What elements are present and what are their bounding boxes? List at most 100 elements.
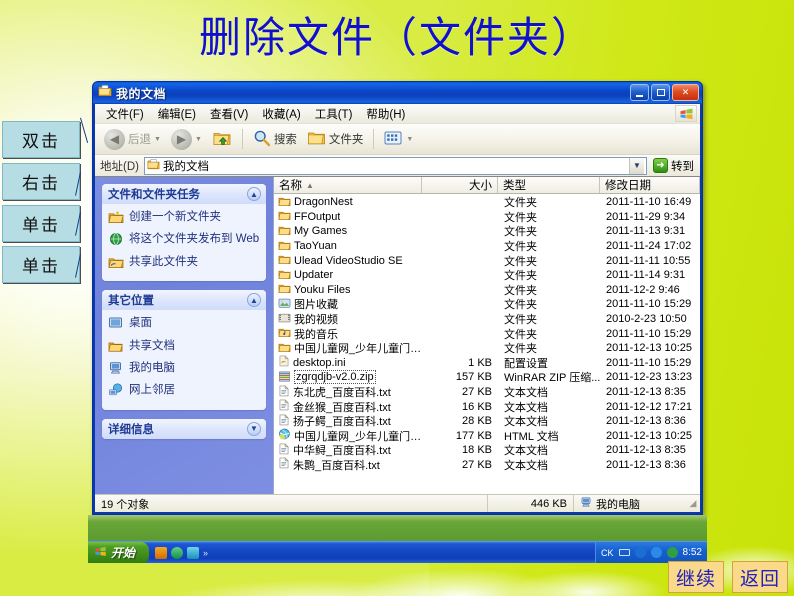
- column-header-size[interactable]: 大小: [422, 177, 498, 193]
- menu-item-edit[interactable]: 编辑(E): [151, 105, 203, 123]
- text-file-icon: [278, 443, 290, 458]
- file-date-cell: 2011-11-11 10:55: [606, 254, 691, 267]
- file-name-cell[interactable]: desktop.ini: [274, 355, 422, 370]
- forward-button[interactable]: ▶ ▼: [167, 127, 206, 152]
- chevron-down-icon[interactable]: ▼: [195, 136, 202, 143]
- sidebar-item-new-folder[interactable]: 创建一个新文件夹: [108, 208, 260, 230]
- app-icon[interactable]: [187, 546, 200, 559]
- back-button-slide[interactable]: 返回: [732, 561, 788, 593]
- volume-icon[interactable]: [634, 547, 646, 558]
- windows-flag-icon[interactable]: [675, 105, 697, 122]
- chevron-down-icon[interactable]: ▼: [247, 421, 261, 436]
- table-row[interactable]: My Games 文件夹 2011-11-13 9:31: [274, 224, 700, 239]
- table-row[interactable]: Ulead VideoStudio SE 文件夹 2011-11-11 10:55: [274, 253, 700, 268]
- file-name-cell[interactable]: Updater: [274, 268, 422, 283]
- chevron-down-icon[interactable]: ▼: [629, 157, 644, 174]
- chevron-down-icon[interactable]: ▼: [154, 136, 161, 143]
- panel-header[interactable]: 详细信息 ▼: [102, 418, 266, 439]
- continue-button[interactable]: 继续: [668, 561, 724, 593]
- menu-item-favorites[interactable]: 收藏(A): [255, 105, 307, 123]
- chevron-up-icon[interactable]: ▲: [247, 187, 261, 201]
- maximize-button[interactable]: [651, 84, 670, 101]
- table-row[interactable]: 中华鲟_百度百科.txt 18 KB 文本文档 2011-12-13 8:35: [274, 443, 700, 458]
- table-row[interactable]: desktop.ini 1 KB 配置设置 2011-11-10 15:29: [274, 355, 700, 371]
- table-row[interactable]: Youku Files 文件夹 2011-12-2 9:46: [274, 283, 700, 298]
- chevron-up-icon[interactable]: ▲: [247, 293, 261, 308]
- menu-item-help[interactable]: 帮助(H): [359, 105, 412, 123]
- file-date-cell: 2011-11-10 15:29: [606, 327, 692, 340]
- back-button[interactable]: ◀ 后退 ▼: [100, 127, 165, 152]
- table-row[interactable]: 图片收藏 文件夹 2011-11-10 15:29: [274, 297, 700, 312]
- table-row[interactable]: zgrqdjb-v2.0.zip 157 KB WinRAR ZIP 压缩... 20…: [274, 370, 700, 385]
- file-name-cell[interactable]: 中华鲟_百度百科.txt: [274, 442, 422, 458]
- window-titlebar[interactable]: 我的文档 ✕: [93, 82, 702, 104]
- file-name-cell[interactable]: Youku Files: [274, 282, 422, 297]
- address-input[interactable]: 我的文档 ▼: [143, 156, 647, 175]
- chevron-down-icon[interactable]: ▼: [406, 136, 413, 143]
- language-indicator[interactable]: CK: [601, 548, 614, 558]
- file-name-cell[interactable]: 中国儿童网_少年儿童门户...: [274, 428, 422, 444]
- resize-grip[interactable]: ◢: [686, 498, 700, 509]
- file-name-cell[interactable]: 中国儿童网_少年儿童门户...: [274, 340, 422, 356]
- table-row[interactable]: FFOutput 文件夹 2011-11-29 9:34: [274, 210, 700, 225]
- go-button[interactable]: ➜ 转到: [650, 158, 697, 174]
- file-name-cell[interactable]: 图片收藏: [274, 296, 422, 312]
- file-name-cell[interactable]: 朱鹮_百度百科.txt: [274, 457, 422, 473]
- column-header-date[interactable]: 修改日期: [600, 177, 700, 193]
- table-row[interactable]: DragonNest 文件夹 2011-11-10 16:49: [274, 195, 700, 210]
- network-icon[interactable]: [650, 547, 662, 558]
- sidebar-item-shared-docs[interactable]: 共享文档: [108, 337, 260, 359]
- file-name-cell[interactable]: 我的音乐: [274, 326, 422, 342]
- overflow-chevron-icon[interactable]: »: [203, 548, 208, 558]
- file-name-cell[interactable]: 东北虎_百度百科.txt: [274, 384, 422, 400]
- menu-item-tools[interactable]: 工具(T): [308, 105, 360, 123]
- table-row[interactable]: 中国儿童网_少年儿童门户... 文件夹 2011-12-13 10:25: [274, 341, 700, 356]
- file-name-cell[interactable]: DragonNest: [274, 195, 422, 210]
- minimize-button[interactable]: [630, 84, 649, 101]
- folders-button[interactable]: 文件夹: [303, 128, 368, 151]
- table-row[interactable]: 东北虎_百度百科.txt 27 KB 文本文档 2011-12-13 8:35: [274, 384, 700, 400]
- close-button[interactable]: ✕: [672, 84, 699, 101]
- sidebar-item-share-folder[interactable]: 共享此文件夹: [108, 253, 260, 275]
- file-name-label: 扬子鳄_百度百科.txt: [293, 416, 391, 429]
- column-header-name[interactable]: 名称 ▲: [274, 177, 422, 193]
- table-row[interactable]: TaoYuan 文件夹 2011-11-24 17:02: [274, 239, 700, 254]
- sidebar-item-publish-web[interactable]: 将这个文件夹发布到 Web: [108, 230, 260, 252]
- media-player-icon[interactable]: [155, 546, 168, 559]
- file-name-cell[interactable]: FFOutput: [274, 209, 422, 224]
- browser-icon[interactable]: [171, 546, 184, 559]
- up-button[interactable]: [208, 127, 236, 152]
- table-row[interactable]: 我的音乐 文件夹 2011-11-10 15:29: [274, 326, 700, 341]
- clock[interactable]: 8:52: [683, 547, 702, 558]
- file-name-cell[interactable]: TaoYuan: [274, 239, 422, 254]
- panel-header[interactable]: 文件和文件夹任务 ▲: [102, 184, 266, 204]
- shield-icon[interactable]: [666, 547, 678, 558]
- table-row[interactable]: 扬子鳄_百度百科.txt 28 KB 文本文档 2011-12-13 8:36: [274, 413, 700, 429]
- search-button[interactable]: 搜索: [249, 127, 301, 152]
- menu-item-view[interactable]: 查看(V): [203, 105, 255, 123]
- table-row[interactable]: 我的视频 文件夹 2010-2-23 10:50: [274, 312, 700, 327]
- column-header-type[interactable]: 类型: [498, 177, 600, 193]
- sidebar-item-desktop[interactable]: 桌面: [108, 314, 260, 336]
- menu-item-file[interactable]: 文件(F): [99, 105, 151, 123]
- start-button[interactable]: 开始: [88, 541, 150, 563]
- shared-docs-icon: [108, 339, 124, 357]
- file-name-cell[interactable]: 金丝猴_百度百科.txt: [274, 399, 422, 415]
- file-name-cell[interactable]: My Games: [274, 224, 422, 239]
- file-size-cell: 157 KB: [455, 371, 492, 384]
- file-name-cell[interactable]: Ulead VideoStudio SE: [274, 253, 422, 268]
- panel-header[interactable]: 其它位置 ▲: [102, 290, 266, 311]
- views-button[interactable]: ▼: [380, 128, 417, 151]
- keyboard-icon[interactable]: [618, 549, 630, 556]
- table-row[interactable]: 朱鹮_百度百科.txt 27 KB 文本文档 2011-12-13 8:36: [274, 457, 700, 473]
- annotation-double-click: 双击: [2, 121, 80, 158]
- file-name-cell[interactable]: 我的视频: [274, 311, 422, 327]
- file-name-cell[interactable]: 扬子鳄_百度百科.txt: [274, 413, 422, 429]
- table-row[interactable]: Updater 文件夹 2011-11-14 9:31: [274, 268, 700, 283]
- sidebar-item-my-computer[interactable]: 我的电脑: [108, 359, 260, 381]
- file-name-label: desktop.ini: [293, 356, 346, 369]
- sidebar-item-network[interactable]: 网上邻居: [108, 381, 260, 403]
- table-row[interactable]: 中国儿童网_少年儿童门户... 177 KB HTML 文档 2011-12-13 1…: [274, 428, 700, 444]
- table-row[interactable]: 金丝猴_百度百科.txt 16 KB 文本文档 2011-12-12 17:21: [274, 399, 700, 414]
- file-name-cell[interactable]: zgrqdjb-v2.0.zip: [274, 370, 422, 385]
